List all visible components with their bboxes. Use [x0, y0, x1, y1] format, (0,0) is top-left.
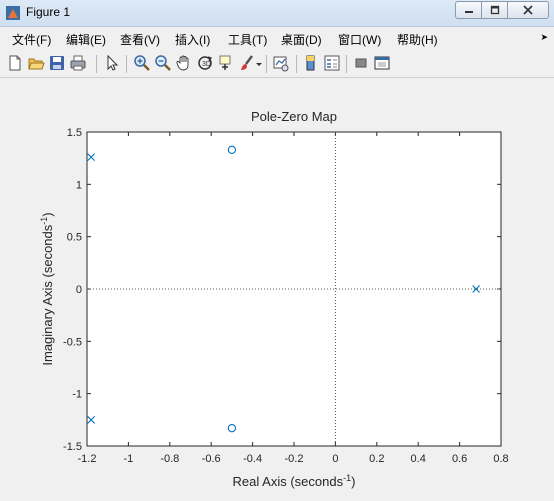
menu-help[interactable]: 帮助(H)	[397, 31, 438, 48]
y-tick-label: -1	[72, 389, 82, 401]
menu-bar: 文件(F) 编辑(E) 查看(V) 插入(I) 工具(T) 桌面(D) 窗口(W…	[0, 27, 554, 49]
save-icon[interactable]	[48, 54, 66, 72]
minimize-icon	[464, 11, 473, 13]
close-icon	[523, 5, 533, 15]
new-figure-icon[interactable]	[6, 54, 24, 72]
matlab-figure-icon	[6, 6, 20, 20]
x-tick-label: 0.6	[452, 453, 467, 465]
menu-file[interactable]: 文件(F)	[12, 31, 51, 48]
menu-window[interactable]: 窗口(W)	[338, 31, 381, 48]
close-button[interactable]	[507, 1, 549, 19]
x-tick-label: -1	[124, 453, 134, 465]
hide-plot-tools-icon[interactable]	[352, 54, 370, 72]
figure-canvas: Pole-Zero Map -1.2 -1 -0.8 -0.6 -0.4 -0.2 0 0.2…	[0, 78, 554, 496]
data-cursor-icon[interactable]	[217, 54, 235, 72]
chevron-down-icon[interactable]	[255, 54, 263, 72]
pole-zero-plot[interactable]: Pole-Zero Map -1.2 -1 -0.8 -0.6 -0.4 -0.2 0 0.2…	[0, 78, 554, 496]
x-axis-label: Real Axis (seconds-1)	[233, 473, 356, 489]
zoom-out-icon[interactable]	[154, 54, 172, 72]
y-tick-label: -1.5	[63, 441, 82, 453]
x-tick-label: -1.2	[78, 453, 97, 465]
x-tick-label: -0.6	[202, 453, 221, 465]
rotate-3d-icon[interactable]: 3D	[196, 54, 214, 72]
print-icon[interactable]	[69, 54, 87, 72]
open-file-icon[interactable]	[27, 54, 45, 72]
pan-icon[interactable]	[175, 54, 193, 72]
y-tick-label: 0	[76, 284, 82, 296]
title-bar: Figure 1	[0, 0, 554, 27]
legend-icon[interactable]	[323, 54, 341, 72]
brush-icon[interactable]	[238, 54, 256, 72]
toolbar-separator	[96, 55, 97, 73]
minimize-button[interactable]	[455, 1, 482, 19]
x-tick-label: -0.2	[285, 453, 304, 465]
chevron-right-icon[interactable]: ➤	[540, 32, 548, 43]
chart-title: Pole-Zero Map	[251, 109, 337, 124]
y-tick-label: -0.5	[63, 336, 82, 348]
y-axis-label: Imaginary Axis (seconds-1)	[39, 212, 55, 365]
x-tick-label: 0.8	[493, 453, 508, 465]
colorbar-icon[interactable]	[302, 54, 320, 72]
y-tick-label: 1	[76, 179, 82, 191]
x-tick-label: -0.4	[243, 453, 262, 465]
y-tick-label: 1.5	[67, 127, 82, 139]
window-title: Figure 1	[26, 5, 71, 19]
toolbar-separator	[266, 55, 267, 73]
zoom-in-icon[interactable]	[133, 54, 151, 72]
svg-text:3D: 3D	[202, 61, 211, 68]
menu-tools[interactable]: 工具(T)	[228, 31, 267, 48]
edit-plot-icon[interactable]	[103, 54, 121, 72]
menu-insert[interactable]: 插入(I)	[175, 31, 210, 48]
toolbar-separator	[126, 55, 127, 73]
x-tick-label: 0.4	[411, 453, 426, 465]
maximize-button[interactable]	[481, 1, 508, 19]
toolbar-separator	[296, 55, 297, 73]
link-plot-icon[interactable]	[272, 54, 290, 72]
menu-edit[interactable]: 编辑(E)	[66, 31, 106, 48]
y-tick-label: 0.5	[67, 232, 82, 244]
toolbar: 3D	[0, 50, 554, 78]
show-plot-tools-icon[interactable]	[373, 54, 391, 72]
menu-view[interactable]: 查看(V)	[120, 31, 160, 48]
x-tick-label: 0	[332, 453, 338, 465]
toolbar-separator	[346, 55, 347, 73]
x-tick-label: -0.8	[160, 453, 179, 465]
x-tick-label: 0.2	[369, 453, 384, 465]
menu-desktop[interactable]: 桌面(D)	[281, 31, 322, 48]
maximize-icon	[490, 5, 499, 15]
